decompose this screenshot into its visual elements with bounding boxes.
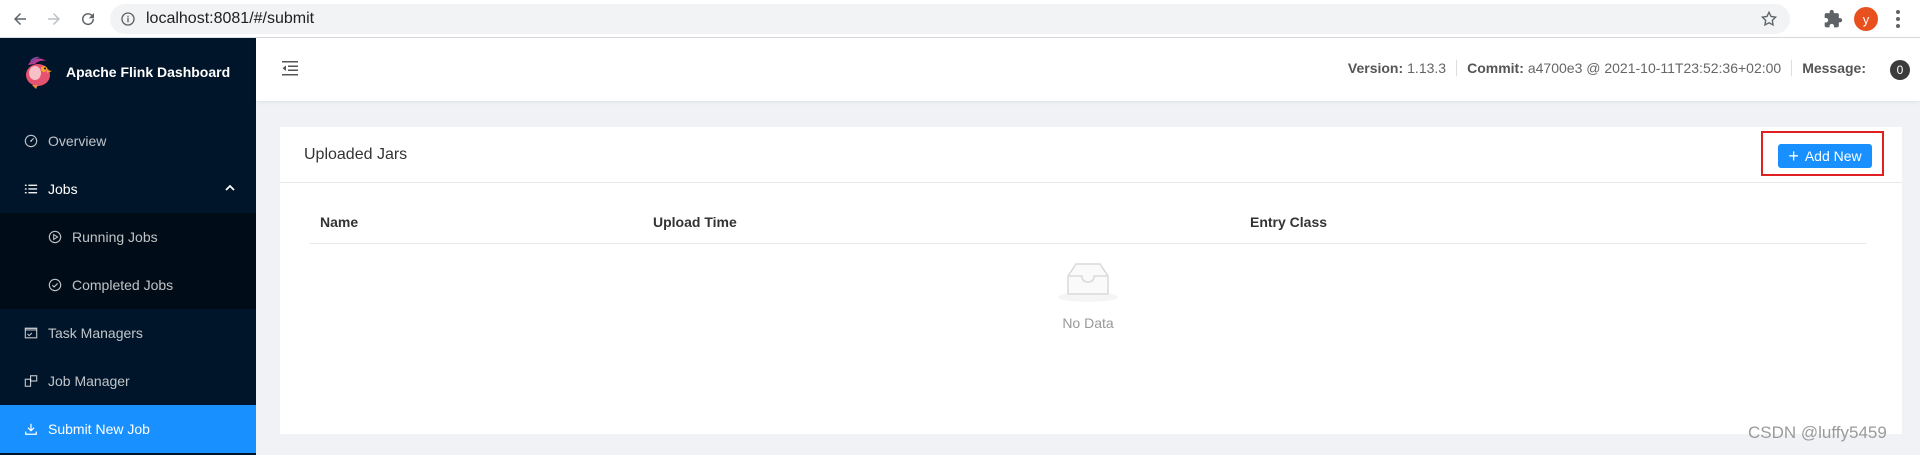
extensions-puzzle-icon[interactable] bbox=[1823, 9, 1843, 29]
column-header-upload-time[interactable]: Upload Time bbox=[653, 214, 737, 230]
card-header: Uploaded Jars + Add New bbox=[280, 127, 1902, 183]
url-text[interactable]: localhost:8081/#/submit bbox=[146, 10, 314, 28]
sidebar-item-overview[interactable]: Overview bbox=[0, 117, 256, 165]
sidebar-item-task-managers[interactable]: Task Managers bbox=[0, 309, 256, 357]
empty-inbox-icon bbox=[1058, 263, 1118, 302]
table-header: Name Upload Time Entry Class bbox=[310, 200, 1866, 244]
schedule-icon bbox=[24, 326, 38, 340]
version-value: 1.13.3 bbox=[1407, 60, 1447, 76]
column-header-entry-class[interactable]: Entry Class bbox=[1250, 214, 1327, 230]
list-icon bbox=[24, 182, 38, 196]
app-logo[interactable]: Apache Flink Dashboard bbox=[0, 38, 256, 105]
jars-table: Name Upload Time Entry Class No Data bbox=[310, 200, 1866, 331]
add-new-button[interactable]: + Add New bbox=[1778, 144, 1872, 168]
sidebar-item-label: Completed Jobs bbox=[72, 277, 174, 293]
flink-logo-icon bbox=[26, 56, 52, 89]
sidebar-item-job-manager[interactable]: Job Manager bbox=[0, 357, 256, 405]
dashboard-icon bbox=[24, 134, 38, 148]
address-bar[interactable]: localhost:8081/#/submit bbox=[110, 4, 1790, 34]
divider bbox=[1791, 60, 1793, 76]
version-label: Version: bbox=[1347, 60, 1404, 76]
top-header: Version: 1.13.3 Commit: a4700e3 @ 2021-1… bbox=[256, 38, 1920, 101]
sidebar-item-label: Overview bbox=[48, 133, 107, 149]
watermark: CSDN @luffy5459 bbox=[1748, 423, 1887, 442]
sidebar-item-submit-new-job[interactable]: Submit New Job bbox=[0, 405, 256, 453]
bookmark-star-icon[interactable] bbox=[1760, 10, 1778, 28]
empty-state: No Data bbox=[310, 260, 1866, 331]
divider bbox=[1456, 60, 1458, 76]
chevron-up-icon[interactable] bbox=[224, 182, 236, 194]
sidebar-item-label: Running Jobs bbox=[72, 229, 158, 245]
sidebar-item-jobs[interactable]: Jobs bbox=[0, 165, 256, 213]
message-label[interactable]: Message: bbox=[1802, 60, 1866, 76]
message-count-badge[interactable]: 0 bbox=[1890, 60, 1910, 80]
build-icon bbox=[24, 374, 38, 388]
reload-icon[interactable] bbox=[74, 5, 102, 33]
sidebar-menu: Overview Jobs Running Jobs Completed Job… bbox=[0, 117, 256, 453]
commit-value: a4700e3 @ 2021-10-11T23:52:36+02:00 bbox=[1527, 60, 1782, 76]
sidebar-item-running-jobs[interactable]: Running Jobs bbox=[0, 213, 256, 261]
card-title: Uploaded Jars bbox=[304, 145, 408, 163]
browser-toolbar: localhost:8081/#/submit y bbox=[0, 0, 1920, 38]
browser-menu-icon[interactable] bbox=[1888, 8, 1908, 30]
play-circle-icon bbox=[48, 230, 62, 244]
upload-icon bbox=[24, 422, 38, 436]
jobs-submenu: Running Jobs Completed Jobs bbox=[0, 213, 256, 309]
forward-icon[interactable] bbox=[40, 5, 68, 33]
sidebar-item-label: Job Manager bbox=[48, 373, 130, 389]
back-icon[interactable] bbox=[6, 5, 34, 33]
column-header-name[interactable]: Name bbox=[320, 214, 358, 230]
profile-avatar[interactable]: y bbox=[1854, 7, 1878, 31]
app-title: Apache Flink Dashboard bbox=[66, 63, 231, 80]
info-icon[interactable] bbox=[120, 11, 136, 27]
uploaded-jars-card: Uploaded Jars + Add New Name Upload Time… bbox=[280, 127, 1902, 434]
sidebar-item-label: Task Managers bbox=[48, 325, 143, 341]
add-new-label: Add New bbox=[1804, 148, 1862, 164]
sidebar-item-label: Submit New Job bbox=[48, 421, 150, 437]
sidebar: Apache Flink Dashboard Overview Jobs Run… bbox=[0, 38, 256, 455]
plus-icon: + bbox=[1788, 146, 1799, 166]
sidebar-item-label: Jobs bbox=[48, 181, 78, 197]
check-circle-icon bbox=[48, 278, 62, 292]
cluster-info: Version: 1.13.3 Commit: a4700e3 @ 2021-1… bbox=[1348, 60, 1870, 76]
menu-fold-icon[interactable] bbox=[281, 59, 299, 77]
sidebar-item-completed-jobs[interactable]: Completed Jobs bbox=[0, 261, 256, 309]
commit-label: Commit: bbox=[1467, 60, 1524, 76]
empty-text: No Data bbox=[1062, 315, 1114, 331]
